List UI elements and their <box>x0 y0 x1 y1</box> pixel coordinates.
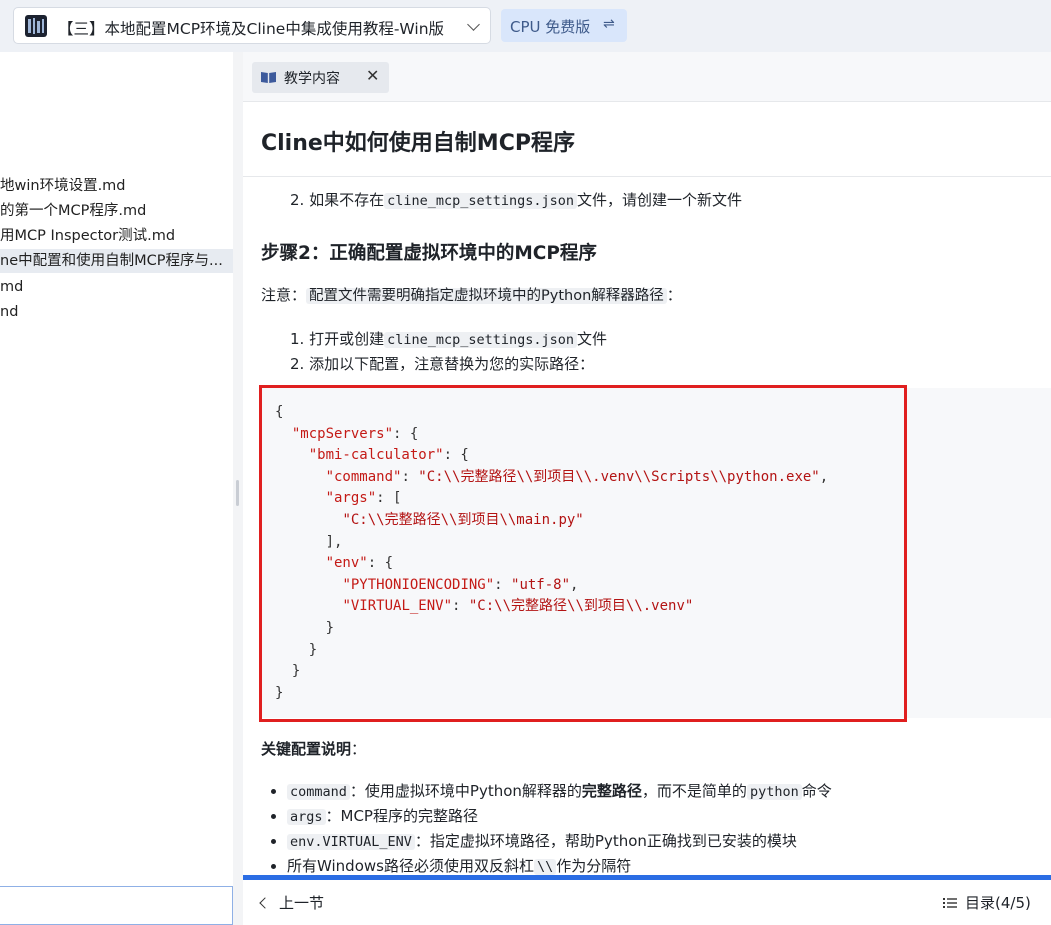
main-pane: 教学内容 ✕ Cline中如何使用自制MCP程序 2. 如果不存在 cline_m… <box>243 52 1051 925</box>
bullet-item: args ：MCP程序的完整路径 <box>271 805 478 828</box>
bullet-item: command ：使用虚拟环境中Python解释器的完整路径，而不是简单的 pyth… <box>271 780 832 803</box>
list-icon <box>943 898 957 908</box>
file-sidebar: 地win环境设置.md 的第一个MCP程序.md 用MCP Inspector测… <box>0 52 233 925</box>
bullet-item: 所有Windows路径必须使用双反斜杠 \\ 作为分隔符 <box>270 855 631 875</box>
inline-code: cline_mcp_settings.json <box>384 332 578 348</box>
book-icon <box>261 72 276 83</box>
list-item: 2. 添加以下配置，注意替换为您的实际路径： <box>290 355 595 373</box>
inline-code: \\ <box>533 859 557 875</box>
key-config-heading: 关键配置说明： <box>261 740 367 758</box>
sidebar-file-item[interactable]: nd <box>0 300 233 324</box>
cpu-plan-label: CPU 免费版 <box>510 18 591 36</box>
cpu-plan-button[interactable]: CPU 免费版 ⇌ <box>501 9 627 42</box>
note-paragraph: 注意： 配置文件需要明确指定虚拟环境中的Python解释器路径： <box>261 286 682 304</box>
code-block[interactable]: { "mcpServers": { "bmi-calculator": { "c… <box>259 385 1051 722</box>
list-item: 1. 打开或创建 cline_mcp_settings.json 文件 <box>290 330 608 348</box>
sidebar-file-item[interactable]: 的第一个MCP程序.md <box>0 199 233 223</box>
tab-strip: 教学内容 ✕ <box>243 52 1051 102</box>
article-content: 2. 如果不存在 cline_mcp_settings.json 文件，请创建一个新… <box>243 178 1051 875</box>
inline-code: python <box>746 784 802 800</box>
prev-section-button[interactable]: 上一节 <box>259 892 324 913</box>
page-title: Cline中如何使用自制MCP程序 <box>261 131 575 156</box>
sidebar-file-item-active[interactable]: ne中配置和使用自制MCP程序与... <box>0 249 233 273</box>
sidebar-input[interactable] <box>0 886 233 925</box>
chevron-left-icon <box>259 897 271 909</box>
close-icon[interactable]: ✕ <box>366 66 379 85</box>
inline-code: env.VIRTUAL_ENV <box>287 834 415 850</box>
highlight-annotation-box <box>259 385 907 722</box>
top-bar: 【三】本地配置MCP环境及Cline中集成使用教程-Win版 CPU 免费版 ⇌ <box>0 0 1051 52</box>
course-logo-icon <box>25 15 47 37</box>
sidebar-file-item[interactable]: md <box>0 275 233 299</box>
course-selector[interactable]: 【三】本地配置MCP环境及Cline中集成使用教程-Win版 <box>13 7 491 44</box>
page-header: Cline中如何使用自制MCP程序 <box>243 103 1051 177</box>
inline-code: cline_mcp_settings.json <box>384 193 578 209</box>
sidebar-file-item[interactable]: 用MCP Inspector测试.md <box>0 224 233 248</box>
resize-handle[interactable] <box>236 480 239 506</box>
course-title: 【三】本地配置MCP环境及Cline中集成使用教程-Win版 <box>58 20 445 38</box>
tab-label: 教学内容 <box>284 71 340 87</box>
note-highlight: 配置文件需要明确指定虚拟环境中的Python解释器路径 <box>306 288 667 304</box>
sidebar-file-item[interactable]: 地win环境设置.md <box>0 174 233 198</box>
inline-code: args <box>287 809 326 825</box>
chevron-down-icon[interactable] <box>467 18 480 31</box>
bottom-nav: 上一节 目录(4/5) <box>243 880 1051 925</box>
inline-code: command <box>287 784 350 800</box>
tab-teaching-content[interactable]: 教学内容 ✕ <box>252 62 389 93</box>
toc-button[interactable]: 目录(4/5) <box>943 892 1031 913</box>
list-item: 2. 如果不存在 cline_mcp_settings.json 文件，请创建一个新… <box>290 191 743 209</box>
section-heading: 步骤2：正确配置虚拟环境中的MCP程序 <box>261 243 597 264</box>
swap-icon: ⇌ <box>603 16 615 32</box>
bullet-item: env.VIRTUAL_ENV ：指定虚拟环境路径，帮助Python正确找到已安装… <box>271 830 797 853</box>
